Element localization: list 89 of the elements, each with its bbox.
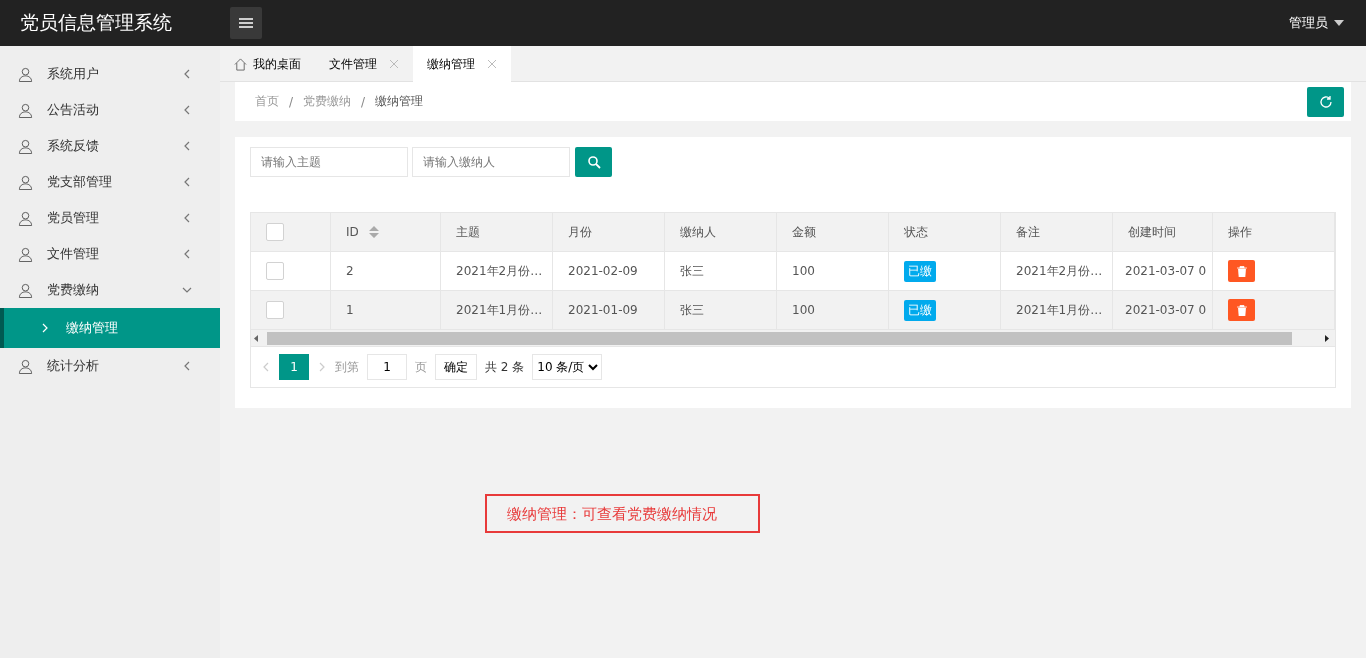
delete-button[interactable] <box>1228 260 1255 282</box>
user-menu[interactable]: 管理员 <box>1289 14 1344 32</box>
table-header-cell: 主题 <box>441 213 553 252</box>
breadcrumb-separator: / <box>289 94 294 109</box>
chevron-left-icon <box>182 177 192 187</box>
chevron-left-icon <box>182 361 192 371</box>
total-count: 共 2 条 <box>485 358 525 376</box>
next-page-icon <box>317 362 327 372</box>
close-icon[interactable] <box>487 59 497 69</box>
table-cell: 2021-03-07 0 <box>1113 252 1213 291</box>
table-header-cell: 创建时间 <box>1113 213 1213 252</box>
sidebar-item[interactable]: 系统反馈 <box>0 128 220 164</box>
checkbox[interactable] <box>266 262 284 280</box>
table-cell: 2 <box>331 252 441 291</box>
sidebar-item[interactable]: 统计分析 <box>0 348 220 384</box>
table-cell: 1 <box>331 291 441 330</box>
search-field[interactable]: 请输入缴纳人 <box>412 147 570 177</box>
breadcrumb-separator: / <box>361 94 366 109</box>
user-icon <box>18 66 33 82</box>
checkbox[interactable] <box>266 223 284 241</box>
home-icon <box>234 57 247 71</box>
sidebar-item[interactable]: 党费缴纳 <box>0 272 220 308</box>
table-cell: 2021年2月份… <box>441 252 553 291</box>
delete-button[interactable] <box>1228 299 1255 321</box>
chevron-left-icon <box>182 141 192 151</box>
menu-button[interactable] <box>230 7 262 39</box>
menu-icon <box>239 18 253 28</box>
table-cell: 2021年2月份… <box>1001 252 1113 291</box>
user-icon <box>18 174 33 190</box>
user-icon <box>18 358 33 374</box>
table-cell: 2021-01-09 <box>553 291 665 330</box>
table-cell: 2021-02-09 <box>553 252 665 291</box>
table-header-cell: 操作 <box>1213 213 1335 252</box>
status-badge: 已缴 <box>904 260 936 282</box>
app-title: 党员信息管理系统 <box>19 10 173 35</box>
annotation-note: 缴纳管理：可查看党费缴纳情况 <box>485 494 760 533</box>
page-unit-label: 页 <box>415 358 427 376</box>
table-header-cell: 状态 <box>889 213 1001 252</box>
caret-icon <box>1334 20 1344 26</box>
refresh-icon <box>1318 94 1333 109</box>
table-cell: 100 <box>777 252 889 291</box>
sidebar-subitem[interactable]: 缴纳管理 <box>0 308 220 348</box>
tab[interactable]: 我的桌面 <box>220 46 315 82</box>
search-field[interactable]: 请输入主题 <box>250 147 408 177</box>
user-icon <box>18 102 33 118</box>
refresh-button[interactable] <box>1307 86 1344 117</box>
sidebar-item[interactable]: 党支部管理 <box>0 164 220 200</box>
breadcrumb-link[interactable]: 缴纳管理 <box>375 93 424 110</box>
sidebar-item[interactable]: 文件管理 <box>0 236 220 272</box>
sidebar-item[interactable]: 党员管理 <box>0 200 220 236</box>
confirm-button[interactable]: 确定 <box>435 354 477 380</box>
page-size-select[interactable]: 10 条/页 <box>532 354 603 380</box>
user-icon <box>18 282 33 298</box>
table-cell: 2021-03-07 0 <box>1113 291 1213 330</box>
page-button[interactable]: 1 <box>279 354 309 380</box>
trash-icon <box>1236 304 1247 316</box>
chevron-left-icon <box>182 69 192 79</box>
search-icon <box>586 155 601 169</box>
user-icon <box>18 210 33 226</box>
close-icon[interactable] <box>389 59 399 69</box>
tab[interactable]: 缴纳管理 <box>413 46 511 82</box>
table-header-cell: 金额 <box>777 213 889 252</box>
table-cell: 2021年1月份… <box>441 291 553 330</box>
sort-icon[interactable] <box>368 226 379 238</box>
page-input[interactable]: 1 <box>367 354 407 380</box>
status-badge: 已缴 <box>904 299 936 321</box>
checkbox[interactable] <box>266 301 284 319</box>
chevron-down-icon <box>182 285 192 295</box>
table-header-cell: 备注 <box>1001 213 1113 252</box>
chevron-left-icon <box>182 249 192 259</box>
tab[interactable]: 文件管理 <box>315 46 413 82</box>
goto-label: 到第 <box>335 358 359 376</box>
trash-icon <box>1236 265 1247 277</box>
chevron-left-icon <box>182 105 192 115</box>
table-cell: 2021年1月份… <box>1001 291 1113 330</box>
search-button[interactable] <box>575 147 612 177</box>
chevron-left-icon <box>182 213 192 223</box>
table-header-cell: 月份 <box>553 213 665 252</box>
user-icon <box>18 138 33 154</box>
table-cell: 张三 <box>665 291 777 330</box>
chevron-right-icon <box>40 323 50 333</box>
user-icon <box>18 246 33 262</box>
table-cell: 100 <box>777 291 889 330</box>
previous-page-icon <box>261 362 271 372</box>
table-header-cell: ID <box>331 213 441 252</box>
sidebar-item[interactable]: 系统用户 <box>0 56 220 92</box>
table-cell: 张三 <box>665 252 777 291</box>
table-header-cell: 缴纳人 <box>665 213 777 252</box>
sidebar-item[interactable]: 公告活动 <box>0 92 220 128</box>
